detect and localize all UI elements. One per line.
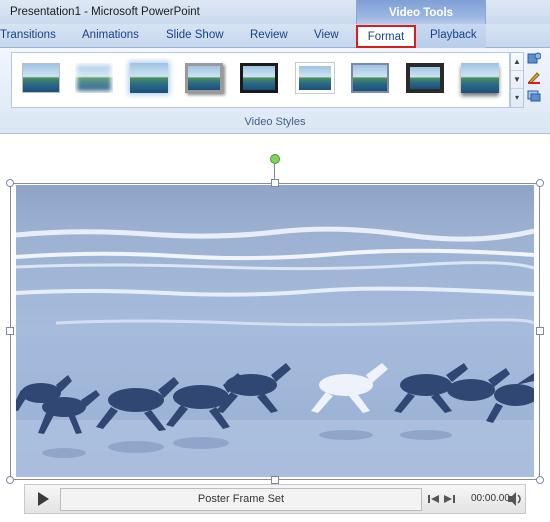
move-forward-icon[interactable] xyxy=(443,494,455,506)
volume-icon[interactable] xyxy=(506,490,524,508)
tab-slide-show[interactable]: Slide Show xyxy=(166,29,224,41)
side-tools xyxy=(527,52,550,106)
rotation-handle[interactable] xyxy=(270,154,280,164)
style-glow[interactable] xyxy=(130,63,168,93)
style-center-shadow[interactable] xyxy=(461,63,499,93)
style-thin-frame[interactable] xyxy=(351,63,389,93)
style-simple-frame[interactable] xyxy=(22,63,60,93)
tab-playback[interactable]: Playback xyxy=(430,29,477,41)
video-styles-gallery xyxy=(11,52,510,108)
move-back-icon[interactable] xyxy=(428,494,440,506)
style-thick-frame[interactable] xyxy=(406,63,444,93)
tab-view[interactable]: View xyxy=(314,29,339,41)
timeline-bar[interactable]: Poster Frame Set xyxy=(60,488,422,511)
ribbon-video-styles: ▲ ▼ ▾ Video Styles xyxy=(0,48,550,134)
resize-handle-bottom-right[interactable] xyxy=(536,476,544,484)
resize-handle-bottom-left[interactable] xyxy=(6,476,14,484)
ribbon-tabs: Transitions Animations Slide Show Review… xyxy=(0,24,550,48)
video-effects-icon[interactable] xyxy=(527,88,550,106)
style-white-frame[interactable] xyxy=(295,62,335,94)
tab-animations[interactable]: Animations xyxy=(82,29,139,41)
style-soft-edge[interactable] xyxy=(75,63,113,93)
resize-handle-left[interactable] xyxy=(6,327,14,335)
media-controls: Poster Frame Set 00:00.00 xyxy=(24,484,526,514)
resize-handle-top[interactable] xyxy=(271,179,279,187)
gallery-scroller: ▲ ▼ ▾ xyxy=(510,52,524,108)
window-title: Presentation1 - Microsoft PowerPoint xyxy=(10,6,200,18)
resize-handle-top-right[interactable] xyxy=(536,179,544,187)
contextual-tab-group-header: Video Tools xyxy=(356,0,486,24)
tab-format[interactable]: Format xyxy=(356,25,416,48)
resize-handle-right[interactable] xyxy=(536,327,544,335)
poster-frame-status: Poster Frame Set xyxy=(197,493,285,505)
group-label-video-styles: Video Styles xyxy=(244,116,306,128)
tab-review[interactable]: Review xyxy=(250,29,288,41)
tab-transitions[interactable]: Transitions xyxy=(0,29,56,41)
style-shadow-rectangle[interactable] xyxy=(185,63,223,93)
video-border-icon[interactable] xyxy=(527,70,550,88)
resize-handle-top-left[interactable] xyxy=(6,179,14,187)
scroll-down-icon[interactable]: ▼ xyxy=(511,71,523,89)
video-shape-icon[interactable] xyxy=(527,52,550,70)
style-black-frame[interactable] xyxy=(240,63,278,93)
resize-handle-bottom[interactable] xyxy=(271,476,279,484)
video-poster-frame[interactable] xyxy=(16,185,534,477)
scroll-up-icon[interactable]: ▲ xyxy=(511,53,523,71)
time-display: 00:00.00 xyxy=(471,493,510,504)
title-bar: Presentation1 - Microsoft PowerPoint Vid… xyxy=(0,0,550,24)
rotation-line xyxy=(274,164,275,180)
gallery-more-icon[interactable]: ▾ xyxy=(511,89,523,107)
play-icon[interactable] xyxy=(35,491,51,507)
